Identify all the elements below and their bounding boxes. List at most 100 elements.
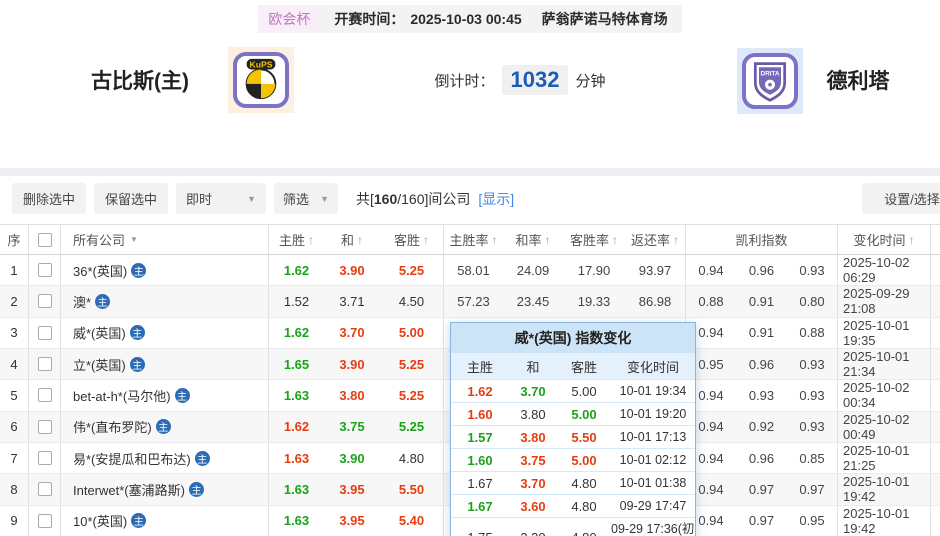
popup-col-home: 主胜 [451, 353, 509, 379]
nav-tab[interactable] [552, 141, 556, 155]
company-link[interactable]: Interwet*(塞浦路斯) 主 [60, 474, 268, 504]
home-rate: 57.23 [443, 286, 503, 316]
nav-tab[interactable] [384, 141, 388, 155]
league-badge[interactable]: 欧会杯 [258, 5, 320, 33]
countdown-unit: 分钟 [575, 70, 605, 91]
change-time: 2025-10-01 19:42 [837, 474, 930, 504]
away-team-logo: DRITA [737, 48, 803, 114]
col-home-sort[interactable]: 主胜↑ [268, 225, 324, 254]
popup-odds-draw: 3.30 [509, 518, 557, 536]
home-badge-icon: 主 [195, 451, 210, 466]
odds-away: 5.25 [380, 380, 443, 410]
table-header: 序 所有公司 ▼ 主胜↑ 和↑ 客胜↑ 主胜率↑ 和率↑ 客胜率↑ 返还率↑ 凯… [0, 225, 940, 255]
nav-tab[interactable] [594, 141, 598, 155]
row-checkbox[interactable] [38, 357, 52, 371]
company-link[interactable]: bet-at-h*(马尔他) 主 [60, 380, 268, 410]
popup-row: 1.67 3.70 4.80 10-01 01:38 [451, 471, 695, 494]
odds-draw: 3.90 [324, 255, 380, 285]
sort-up-icon: ↑ [492, 233, 498, 247]
show-link[interactable]: [显示] [478, 189, 514, 209]
row-checkbox[interactable] [38, 514, 52, 528]
chevron-down-icon: ▼ [130, 235, 138, 244]
company-link[interactable]: 伟*(直布罗陀) 主 [60, 412, 268, 442]
kelly-home: 0.94 [685, 255, 736, 285]
row-checkbox[interactable] [38, 294, 52, 308]
col-away-sort[interactable]: 客胜↑ [380, 225, 443, 254]
popup-odds-away: 5.00 [557, 380, 611, 402]
odds-draw: 3.95 [324, 506, 380, 536]
row-checkbox[interactable] [38, 388, 52, 402]
filter-dropdown[interactable]: 筛选 ▼ [274, 183, 338, 214]
company-link[interactable]: 易*(安提瓜和巴布达) 主 [60, 443, 268, 473]
popup-body: 1.62 3.70 5.00 10-01 19:34 1.60 3.80 5.0… [451, 379, 695, 536]
away-rate: 19.33 [563, 286, 625, 316]
company-link[interactable]: 36*(英国) 主 [60, 255, 268, 285]
popup-header: 主胜 和 客胜 变化时间 [451, 353, 695, 379]
popup-odds-home: 1.67 [451, 495, 509, 517]
odds-draw: 3.71 [324, 286, 380, 316]
kelly-home: 0.88 [685, 286, 736, 316]
sort-up-icon: ↑ [545, 233, 551, 247]
col-change-time-sort[interactable]: 变化时间↑ [837, 225, 930, 254]
nav-tab[interactable] [426, 141, 430, 155]
popup-change-time: 10-01 17:13 [611, 426, 695, 448]
company-link[interactable]: 立*(英国) 主 [60, 349, 268, 379]
company-link[interactable]: 威*(英国) 主 [60, 318, 268, 348]
keep-selected-button[interactable]: 保留选中 [94, 183, 168, 214]
col-draw-sort[interactable]: 和↑ [324, 225, 380, 254]
svg-text:DRITA: DRITA [760, 71, 779, 78]
sort-up-icon: ↑ [909, 233, 915, 247]
kelly-draw: 0.97 [736, 474, 787, 504]
odds-draw: 3.70 [324, 318, 380, 348]
col-return-rate-sort[interactable]: 返还率↑ [625, 225, 685, 254]
odds-draw: 3.90 [324, 349, 380, 379]
home-badge-icon: 主 [130, 325, 145, 340]
odds-draw: 3.90 [324, 443, 380, 473]
kelly-away: 0.80 [787, 286, 837, 316]
odds-home: 1.63 [268, 474, 324, 504]
kickoff-label: 开赛时间： [334, 9, 404, 29]
company-link[interactable]: 10*(英国) 主 [60, 506, 268, 536]
popup-change-time: 09-29 17:47 [611, 495, 695, 517]
popup-row: 1.62 3.70 5.00 10-01 19:34 [451, 379, 695, 402]
kelly-draw: 0.96 [736, 443, 787, 473]
popup-odds-draw: 3.75 [509, 449, 557, 471]
settings-button[interactable]: 设置/选择 [862, 183, 940, 214]
row-checkbox[interactable] [38, 451, 52, 465]
odds-away: 4.50 [380, 286, 443, 316]
col-company[interactable]: 所有公司 ▼ [60, 225, 268, 254]
select-all-checkbox[interactable] [38, 233, 52, 247]
svg-text:KuPS: KuPS [250, 60, 273, 70]
kelly-away: 0.93 [787, 255, 837, 285]
odds-toolbar: 删除选中 保留选中 即时 ▼ 筛选 ▼ 共[160/160]间公司 [显示] 设… [0, 183, 940, 215]
col-home-rate-sort[interactable]: 主胜率↑ [443, 225, 503, 254]
popup-row: 1.60 3.80 5.00 10-01 19:20 [451, 402, 695, 425]
popup-odds-home: 1.60 [451, 449, 509, 471]
delete-selected-button[interactable]: 删除选中 [12, 183, 86, 214]
match-info-bar: 欧会杯 开赛时间： 2025-10-03 00:45 萨翁萨诺马特体育场 [0, 5, 940, 33]
instant-dropdown[interactable]: 即时 ▼ [176, 183, 266, 214]
row-index: 8 [0, 474, 28, 504]
odds-draw: 3.80 [324, 380, 380, 410]
row-index: 2 [0, 286, 28, 316]
table-row[interactable]: 1 36*(英国) 主 1.62 3.90 5.25 58.01 24.09 1… [0, 255, 940, 286]
kelly-away: 0.88 [787, 318, 837, 348]
kickoff-info: 开赛时间： 2025-10-03 00:45 萨翁萨诺马特体育场 [320, 5, 681, 33]
company-link[interactable]: 澳* 主 [60, 286, 268, 316]
home-badge-icon: 主 [189, 482, 204, 497]
nav-tab[interactable] [468, 141, 472, 155]
change-time: 2025-10-01 19:42 [837, 506, 930, 536]
nav-tab[interactable] [342, 141, 346, 155]
match-header: 古比斯(主) KuPS 倒计时： 1032 分钟 [0, 40, 940, 125]
row-checkbox[interactable] [38, 263, 52, 277]
col-draw-rate-sort[interactable]: 和率↑ [503, 225, 563, 254]
row-checkbox[interactable] [38, 482, 52, 496]
row-checkbox[interactable] [38, 420, 52, 434]
table-row[interactable]: 2 澳* 主 1.52 3.71 4.50 57.23 23.45 19.33 … [0, 286, 940, 317]
nav-tab[interactable] [510, 141, 514, 155]
row-checkbox[interactable] [38, 326, 52, 340]
chevron-down-icon: ▼ [320, 194, 329, 204]
page: 欧会杯 开赛时间： 2025-10-03 00:45 萨翁萨诺马特体育场 古比斯… [0, 0, 940, 536]
col-away-rate-sort[interactable]: 客胜率↑ [563, 225, 625, 254]
popup-col-draw: 和 [509, 353, 557, 379]
